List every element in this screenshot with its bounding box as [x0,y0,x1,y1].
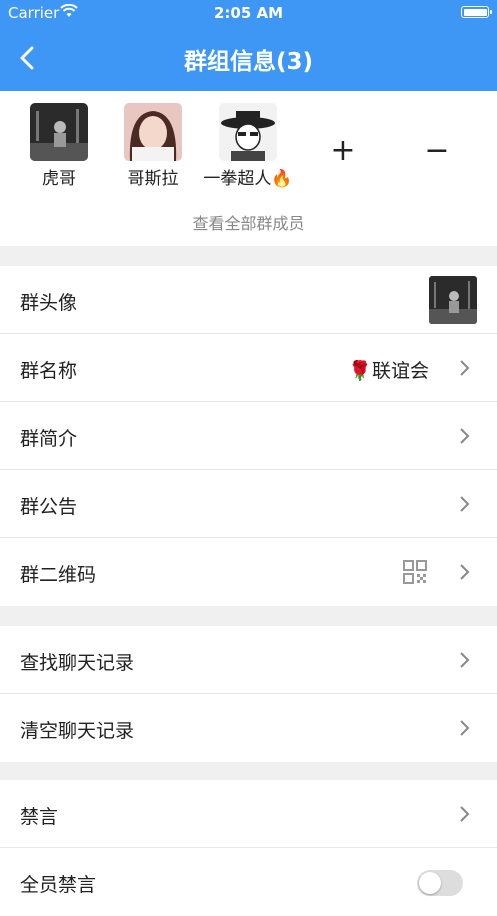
group-avatar-row[interactable]: 群头像 [0,266,497,334]
member-name: 虎哥 [42,169,76,189]
row-label: 禁言 [20,806,59,828]
avatar [124,103,182,161]
header-bar: Carrier 2:05 AM 群组信息(3) [0,0,497,91]
chevron-right-icon [460,652,470,668]
row-label: 查找聊天记录 [20,652,135,674]
chevron-right-icon [460,720,470,736]
clock: 2:05 AM [213,4,284,22]
row-label: 群公告 [20,496,78,518]
remove-member-button[interactable]: − [417,133,457,173]
mute-all-toggle[interactable] [417,870,463,896]
group-qrcode-row[interactable]: 群二维码 [0,538,497,606]
group-name-row[interactable]: 群名称 🌹联谊会 [0,334,497,402]
group-settings-section: 群头像 群名称 🌹联谊会 群简介 群公告 群二维码 [0,266,497,606]
chat-history-section: 查找聊天记录 清空聊天记录 [0,626,497,762]
search-chat-history-row[interactable]: 查找聊天记录 [0,626,497,694]
row-label: 全员禁言 [20,874,97,896]
status-bar: Carrier 2:05 AM [0,0,497,26]
chevron-right-icon [460,360,470,376]
avatar [30,103,88,161]
group-notice-row[interactable]: 群公告 [0,470,497,538]
mute-section: 禁言 全员禁言 [0,780,497,916]
row-label: 群名称 [20,360,78,382]
view-all-members-link[interactable]: 查看全部群成员 [0,210,497,234]
chevron-right-icon [460,496,470,512]
row-label: 群头像 [20,292,78,314]
chevron-right-icon [460,806,470,822]
member-name: 哥斯拉 [127,169,179,189]
group-name-value: 🌹联谊会 [348,360,429,382]
chevron-right-icon [460,428,470,444]
row-label: 群二维码 [20,564,97,586]
row-label: 清空聊天记录 [20,720,135,742]
member-name: 一拳超人🔥 [203,169,293,189]
member-item[interactable]: 一拳超人🔥 [198,103,298,189]
avatar [219,103,277,161]
add-member-button[interactable]: + [323,133,363,173]
clear-chat-history-row[interactable]: 清空聊天记录 [0,694,497,762]
member-item[interactable]: 哥斯拉 [103,103,203,189]
member-item[interactable]: 虎哥 [9,103,109,189]
mute-row[interactable]: 禁言 [0,780,497,848]
battery-icon [461,6,492,18]
member-panel: 虎哥 哥斯拉 一拳超人🔥 + − 查看全部群成员 [0,91,497,246]
row-label: 群简介 [20,428,78,450]
chevron-right-icon [460,564,470,580]
group-intro-row[interactable]: 群简介 [0,402,497,470]
mute-all-row: 全员禁言 [0,848,497,916]
qr-code-icon [403,560,427,584]
group-avatar-thumbnail [429,276,477,324]
page-title: 群组信息(3) [183,49,314,75]
toggle-knob [419,872,441,894]
